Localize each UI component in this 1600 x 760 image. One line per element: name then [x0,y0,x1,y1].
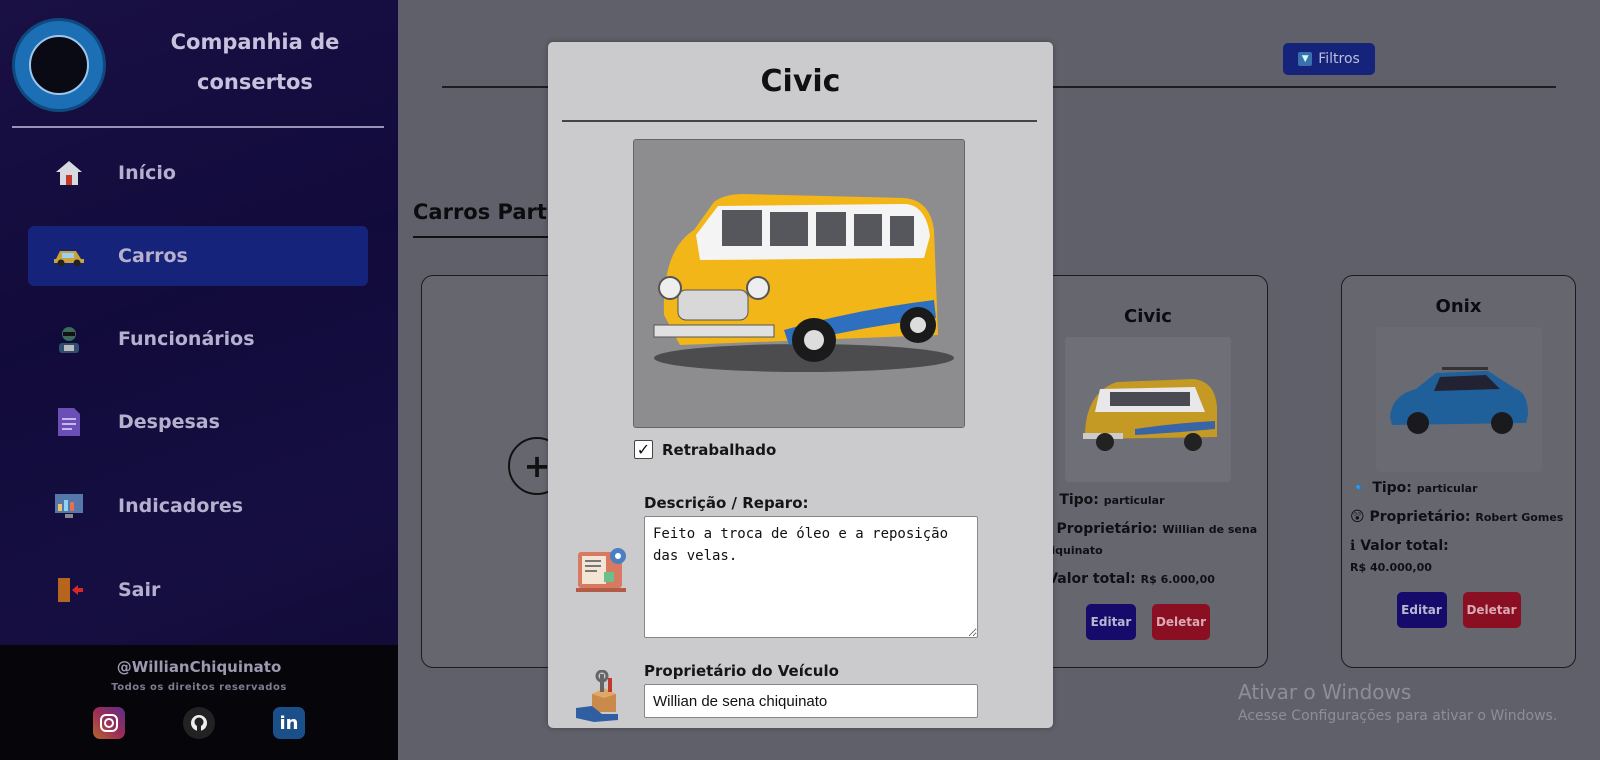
car-type-row: 🔹 Tipo: particular [1029,490,1267,511]
home-icon [52,156,86,190]
sidebar-item-label: Despesas [118,411,220,433]
retrabalhado-label: Retrabalhado [662,440,777,459]
car-value-row: ℹ Valor total: R$ 40.000,00 [1350,538,1449,574]
sidebar-item-carros[interactable]: Carros [28,226,368,286]
car-value-row: ℹ Valor total: R$ 6.000,00 [1029,569,1267,590]
sidebar-item-sair[interactable]: Sair [28,560,368,620]
car-owner-row: 😲 Proprietário: Robert Gomes [1350,509,1564,525]
filter-dropdown-icon: ▼ [1298,52,1313,66]
delete-button[interactable]: Deletar [1462,592,1521,628]
sidebar-item-label: Carros [118,245,188,267]
car-card-title: Onix [1435,296,1482,317]
car-owner-label: Proprietário: [1056,521,1158,537]
instagram-icon[interactable] [93,707,125,739]
document-icon [52,405,86,439]
car-owner-value: Robert Gomes [1475,511,1564,524]
car-card: Onix 🔹 Tipo: particular 😲 Proprietário: … [1341,275,1576,668]
modal-title-divider [562,120,1037,122]
car-owner-row: 😲 Proprietário: Willian de sena chiquina… [1029,519,1267,561]
sidebar-footer: @WillianChiquinato Todos os direitos res… [0,645,398,760]
filters-label: Filtros [1318,51,1360,67]
owner-input[interactable] [644,684,978,718]
car-value-label: Valor total: [1047,571,1136,587]
car-card-image [1065,337,1231,482]
linkedin-icon[interactable]: in [273,707,305,739]
modal-title: Civic [760,64,841,99]
car-value-amount: R$ 6.000,00 [1140,573,1215,586]
car-value-amount: R$ 40.000,00 [1350,561,1432,574]
retrabalhado-checkbox[interactable]: ✓ [634,440,653,459]
car-type-value: particular [1103,494,1165,507]
windows-activation-watermark: Ativar o Windows Acesse Configurações pa… [1238,680,1557,724]
car-owner-label: Proprietário: [1369,509,1471,525]
sidebar-item-label: Indicadores [118,495,244,517]
car-card-title: Civic [1124,306,1172,327]
sidebar-item-funcionarios[interactable]: Funcionários [28,309,368,369]
watermark-subtitle: Acesse Configurações para ativar o Windo… [1238,708,1558,724]
description-textarea[interactable]: Feito a troca de óleo e a reposição das … [644,516,978,638]
brand-line-2: consertos [197,70,313,94]
brand-name: Companhia de consertos [150,22,360,102]
edit-button[interactable]: Editar [1086,604,1136,640]
car-detail-modal: Civic ✓ Retrabalhado Descrição / Reparo: [548,42,1053,728]
filters-button[interactable]: ▼ Filtros [1283,43,1375,75]
social-links: in [0,707,398,739]
sidebar-divider [12,126,384,128]
section-title: Carros Part [413,200,547,224]
owner-label: Proprietário do Veículo [644,662,839,680]
car-card: Civic 🔹 Tipo: particular 😲 Proprietário:… [1028,275,1268,668]
sidebar-item-label: Início [118,162,176,184]
repair-document-icon [574,542,630,598]
car-value-label: Valor total: [1360,538,1449,554]
tools-box-hand-icon [574,669,630,726]
car-image [633,139,965,428]
sidebar-item-indicadores[interactable]: Indicadores [28,476,368,536]
author-handle: @WillianChiquinato [116,658,282,676]
car-card-image [1375,327,1542,472]
delete-button[interactable]: Deletar [1152,604,1210,640]
car-type-row: 🔹 Tipo: particular [1350,480,1478,496]
car-type-value: particular [1416,482,1478,495]
car-icon [52,239,86,273]
exit-door-icon [52,573,86,607]
rights-text: Todos os direitos reservados [111,682,287,693]
sidebar-item-label: Sair [118,579,161,601]
car-type-label: Tipo: [1372,480,1412,496]
employee-icon [52,322,86,356]
description-label: Descrição / Reparo: [644,494,809,512]
sidebar-item-label: Funcionários [118,328,255,350]
github-icon[interactable] [183,707,215,739]
retrabalhado-checkbox-row[interactable]: ✓ Retrabalhado [634,440,776,459]
section-title-underline [413,236,553,238]
edit-button[interactable]: Editar [1396,592,1447,628]
brand-line-1: Companhia de [170,30,340,54]
car-type-label: Tipo: [1059,492,1099,508]
dashboard-icon [52,489,86,523]
sidebar: Companhia de consertos Início Carros Fun… [0,0,398,760]
company-logo [12,18,106,112]
sidebar-item-despesas[interactable]: Despesas [28,392,368,452]
sidebar-item-inicio[interactable]: Início [28,143,368,203]
watermark-title: Ativar o Windows [1238,680,1412,704]
